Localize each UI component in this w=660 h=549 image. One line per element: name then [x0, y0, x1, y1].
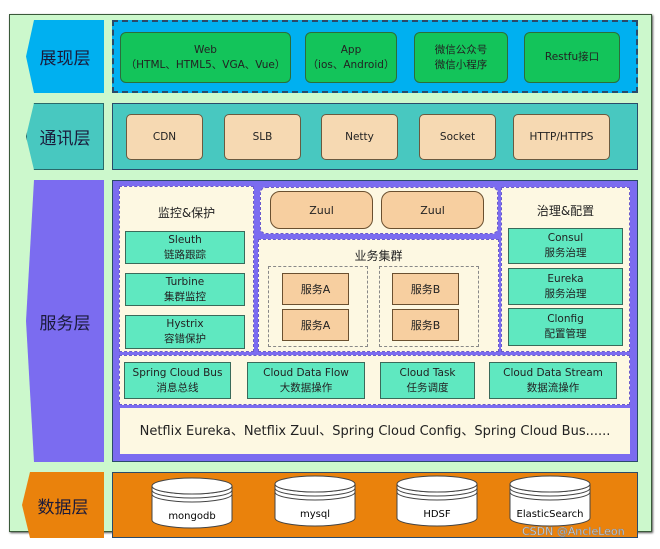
- mysql-label: mysql: [300, 509, 330, 520]
- hdsf-label: HDSF: [423, 509, 451, 520]
- database-cylinders: [151, 475, 591, 529]
- mongodb-label: mongodb: [168, 511, 216, 522]
- watermark: CSDN @AncleLeon: [522, 525, 625, 539]
- elasticsearch-label: ElasticSearch: [516, 509, 584, 520]
- architecture-diagram: 展现层 Web （HTML、HTML5、VGA、Vue） App （ios、Andr…: [0, 0, 660, 549]
